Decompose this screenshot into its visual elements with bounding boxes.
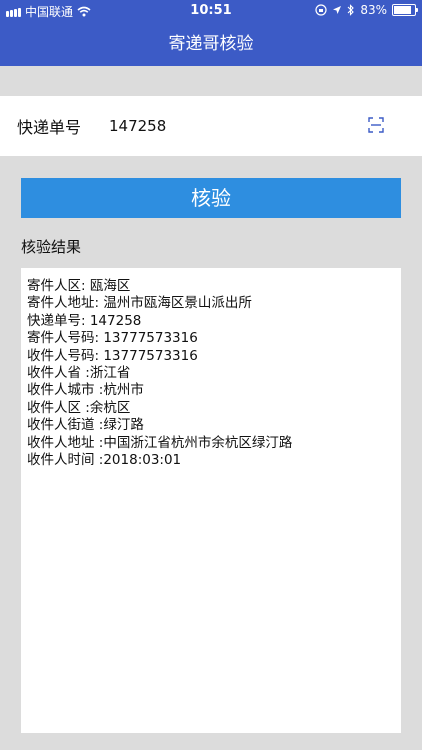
result-line: 收件人区 :余杭区 [27,399,131,416]
nav-bar: 寄递哥核验 [0,22,422,66]
bluetooth-icon [347,4,355,16]
result-box: 寄件人区: 瓯海区 寄件人地址: 温州市瓯海区景山派出所 快递单号: 14725… [21,268,401,733]
tracking-number-row[interactable]: 快递单号 147258 [0,96,422,156]
orientation-lock-icon [315,4,327,16]
result-line: 收件人号码: 13777573316 [27,347,198,364]
result-title: 核验结果 [21,238,82,256]
battery-percent: 83% [360,3,387,17]
location-icon [333,6,342,14]
result-line: 收件人时间 :2018:03:01 [27,452,182,469]
verify-button[interactable]: 核验 [21,178,401,218]
result-line: 寄件人号码: 13777573316 [27,330,198,347]
scan-icon[interactable] [368,117,384,133]
status-bar: 中国联通 10:51 83% [0,0,422,22]
result-line: 收件人地址 :中国浙江省杭州市余杭区绿汀路 [27,434,293,451]
page-title: 寄递哥核验 [168,34,254,54]
result-line: 收件人街道 :绿汀路 [27,417,144,434]
battery-icon [392,4,418,16]
result-line: 寄件人地址: 温州市瓯海区景山派出所 [27,295,252,312]
result-line: 收件人省 :浙江省 [27,365,131,382]
result-line: 快递单号: 147258 [27,312,142,329]
status-right: 83% [315,3,418,17]
result-line: 收件人城市 :杭州市 [27,382,144,399]
tracking-number-label: 快递单号 [17,118,82,137]
result-line: 寄件人区: 瓯海区 [27,278,131,294]
